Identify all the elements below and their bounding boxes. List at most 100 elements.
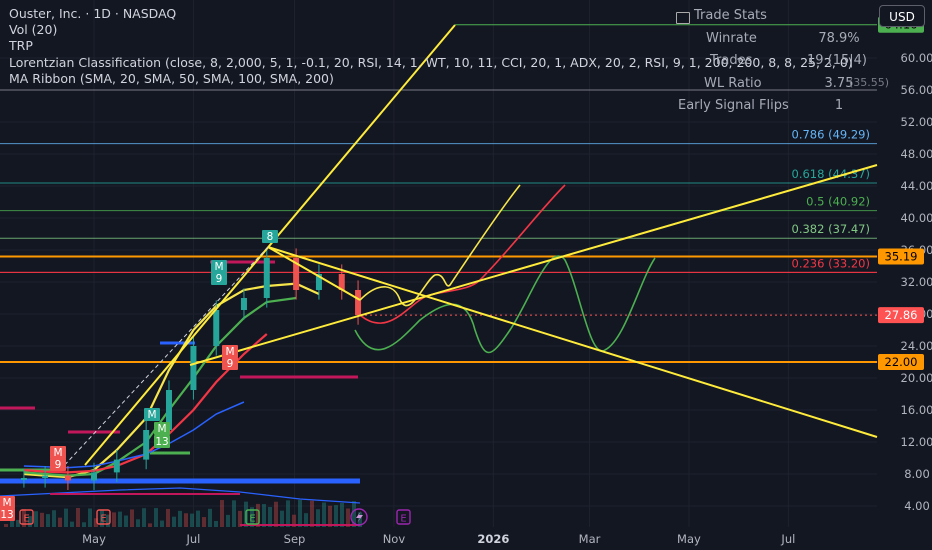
volume-bar (298, 500, 302, 527)
volume-bar (328, 505, 332, 527)
earnings-icon-label: E (100, 514, 106, 525)
ma-line-sma-20 (23, 282, 320, 479)
price-tick-label: 52.00 (901, 115, 932, 129)
lorentzian-bars (0, 260, 360, 526)
volume-bar (4, 524, 8, 527)
stat-value: 1 (834, 98, 844, 113)
price-tick-label: 12.00 (901, 435, 932, 449)
signal-marker-label: 9 (227, 358, 234, 370)
stat-row-early-flips: Early Signal Flips 1 (678, 98, 872, 121)
candle-body (143, 430, 150, 460)
time-tick-label: May (677, 532, 701, 546)
volume-bar (64, 508, 68, 527)
volume-bar (112, 512, 116, 527)
candle-body (213, 310, 220, 346)
time-tick-label: Jul (780, 532, 795, 546)
stat-label: WL Ratio (704, 75, 762, 91)
volume-bar (166, 508, 170, 527)
projection-curve (359, 184, 521, 307)
fibonacci-levels: 0.786 (49.29)0.618 (44.37)0.5 (40.92)0.3… (0, 128, 877, 273)
candle-body (190, 346, 197, 390)
trend-line (267, 246, 878, 438)
overlap-label: (35.55) (849, 75, 890, 89)
stat-label: Early Signal Flips (678, 98, 789, 113)
volume-bar (286, 500, 290, 527)
volume-bar (196, 510, 200, 527)
volume-bar (334, 505, 338, 527)
volume-bar (130, 509, 134, 527)
price-label-text: 22.00 (885, 355, 918, 369)
candle-body (355, 290, 362, 316)
time-tick-label: Nov (383, 532, 406, 546)
signal-marker-label: 13 (0, 509, 13, 521)
price-tick-label: 48.00 (901, 147, 932, 161)
volume-bar (268, 506, 272, 527)
signal-marker-label: 9 (216, 273, 223, 285)
price-tick-label: 16.00 (901, 403, 932, 417)
volume-bar (220, 500, 224, 527)
candle-body (20, 478, 27, 480)
volume-bar (178, 510, 182, 527)
volume-bar (160, 520, 164, 527)
stat-value: 78.9% (818, 30, 860, 46)
signal-marker-label: M (2, 497, 11, 509)
volume-bar (34, 511, 38, 527)
price-tick-label: 20.00 (901, 371, 932, 385)
volume-bar (46, 514, 50, 527)
time-axis: May Jul Sep Nov 2026 Mar May Jul (82, 532, 795, 546)
volume-bar (214, 520, 218, 527)
trade-stats-title-row: Trade Stats (676, 8, 872, 31)
volume-ma-line (0, 487, 361, 504)
volume-bar (124, 515, 128, 527)
signal-marker-label: M (225, 346, 234, 358)
volume-bar (226, 514, 230, 527)
signal-marker-label: 13 (155, 436, 168, 448)
price-tick-label: 32.00 (901, 275, 932, 289)
chart-icon (676, 12, 690, 24)
time-tick-label: Jul (185, 532, 200, 546)
signal-marker-label: 8 (267, 231, 274, 243)
signal-markers: M9MM13M9M9M138 (0, 230, 278, 521)
volume-bar (262, 504, 266, 527)
volume-bar (190, 513, 194, 527)
volume-bar (70, 521, 74, 527)
volume-bar (52, 510, 56, 527)
volume-bar (76, 508, 80, 527)
volume-bar (202, 517, 206, 527)
earnings-icon-label: E (400, 514, 406, 525)
price-label-text: 27.86 (885, 308, 918, 322)
signal-marker-label: M (147, 409, 156, 421)
price-axis: 4.008.0012.0016.0020.0024.0028.0032.0036… (901, 51, 932, 513)
volume-bar (184, 513, 188, 527)
price-tick-label: 56.00 (901, 83, 932, 97)
projection-curve (359, 184, 566, 324)
fib-level-label: 0.236 (33.20) (792, 256, 870, 270)
stat-value: 19 (15|4) (806, 53, 867, 68)
price-labels: 64.1635.1927.8622.00 (878, 16, 924, 370)
price-label-text: 35.19 (885, 249, 918, 263)
candle-body (240, 298, 247, 310)
price-tick-label: 8.00 (904, 467, 930, 481)
trade-stats-title: Trade Stats (694, 8, 767, 23)
signal-marker-label: M (157, 423, 166, 435)
volume-bar (154, 508, 158, 527)
candle-body (64, 475, 71, 481)
stat-label: Trades (710, 53, 753, 68)
volume-bar (58, 517, 62, 527)
price-tick-label: 44.00 (901, 179, 932, 193)
candlesticks (20, 248, 362, 490)
time-tick-label: May (82, 532, 106, 546)
price-tick-label: 4.00 (904, 499, 930, 513)
stat-label: Winrate (706, 30, 757, 46)
fib-level-label: 0.786 (49.29) (792, 128, 870, 142)
volume-bar (136, 519, 140, 527)
fib-level-label: 0.5 (40.92) (806, 195, 870, 209)
signal-marker-label: M (214, 261, 223, 273)
currency-button[interactable]: USD (879, 5, 925, 27)
volume-bar (340, 502, 344, 527)
time-tick-label: Sep (284, 532, 306, 546)
volume-bar (274, 501, 278, 527)
volume-bar (82, 522, 86, 527)
earnings-icon-label: E (249, 514, 255, 525)
volume-bar (232, 500, 236, 527)
